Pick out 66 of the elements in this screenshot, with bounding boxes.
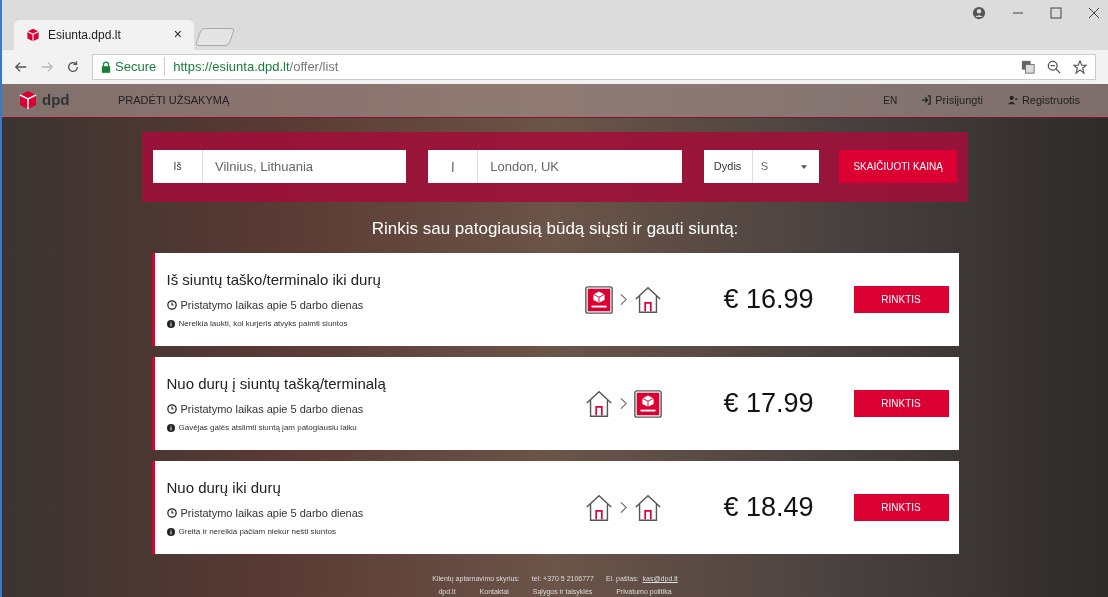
- offer-title: Nuo durų iki durų: [166, 478, 282, 498]
- close-icon[interactable]: [1088, 7, 1100, 19]
- delivery-time: Pristatymo laikas apie 5 darbo dienas: [180, 505, 364, 521]
- tab-close-button[interactable]: ×: [173, 24, 182, 46]
- calculate-price-button[interactable]: SKAIČIUOTI KAINĄ: [839, 150, 957, 183]
- info-icon: [166, 320, 175, 328]
- add-user-icon: [1006, 95, 1018, 105]
- tab-title: Esiunta.dpd.lt: [48, 26, 122, 44]
- from-field[interactable]: Iš Vilnius, Lithuania: [153, 150, 407, 183]
- delivery-time: Pristatymo laikas apie 5 darbo dienas: [180, 297, 364, 313]
- offer-note: Greita ir nereikia pačiam niekur nešti siuntos: [178, 526, 336, 538]
- offer-price: € 16.99: [722, 283, 815, 317]
- translate-icon[interactable]: [1021, 59, 1035, 74]
- house-icon: [632, 492, 663, 523]
- cube-logo-icon: [18, 90, 38, 110]
- to-field[interactable]: Į London, UK: [428, 150, 682, 183]
- info-icon: [166, 528, 175, 536]
- size-value: S: [759, 159, 769, 175]
- back-icon[interactable]: [14, 59, 28, 74]
- parcel-locker-icon: [632, 388, 663, 419]
- delivery-time: Pristatymo laikas apie 5 darbo dienas: [180, 401, 364, 417]
- offer-price: € 17.99: [722, 387, 815, 421]
- offer-price: € 18.49: [722, 491, 815, 525]
- account-icon[interactable]: [972, 6, 986, 20]
- register-link[interactable]: Registruotis: [1021, 91, 1080, 109]
- size-label: Dydis: [703, 150, 753, 183]
- to-label: Į: [428, 150, 479, 183]
- choose-button[interactable]: RINKTIS: [853, 494, 949, 521]
- house-icon: [583, 388, 614, 419]
- parcel-locker-icon: [583, 284, 614, 315]
- logo-text: dpd: [42, 89, 70, 110]
- from-label: Iš: [153, 150, 203, 183]
- url-text: https://esiunta.dpd.lt/offer/list: [172, 57, 339, 76]
- chevron-right-icon: [619, 293, 627, 306]
- to-value: London, UK: [489, 157, 559, 176]
- from-value: Vilnius, Lithuania: [214, 157, 314, 176]
- offers-heading: Rinkis sau patogiausią būdą siųsti ir gauti siuntą:: [371, 217, 739, 240]
- offer-note: Nereikia laukti, kol kurjeris atvyks paimti siuntos: [178, 318, 348, 330]
- size-select[interactable]: Dydis S: [703, 150, 820, 183]
- offer-note: Gavėjas galės atsiimti siuntą jam patogiausiu laiku: [178, 422, 357, 434]
- choose-button[interactable]: RINKTIS: [853, 286, 949, 313]
- clock-icon: [166, 299, 177, 310]
- address-field[interactable]: Secure https://esiunta.dpd.lt/offer/list: [92, 53, 1096, 80]
- chevron-right-icon: [619, 501, 627, 514]
- caret-icon: [801, 164, 808, 169]
- star-icon[interactable]: [1073, 59, 1087, 74]
- secure-label: Secure: [115, 56, 166, 77]
- padlock-icon: [101, 60, 111, 73]
- zoom-icon[interactable]: [1047, 59, 1061, 74]
- maximize-icon[interactable]: [1050, 7, 1062, 19]
- sign-in-icon: [921, 95, 932, 105]
- offer-title: Iš siuntų taško/terminalo iki durų: [166, 270, 382, 290]
- clock-icon: [166, 507, 177, 518]
- reload-icon[interactable]: [66, 59, 80, 74]
- clock-icon: [166, 403, 177, 414]
- login-link[interactable]: Prisijungti: [935, 91, 983, 109]
- house-icon: [632, 284, 663, 315]
- choose-button[interactable]: RINKTIS: [853, 390, 949, 417]
- dpd-logo-icon: [26, 27, 40, 42]
- info-icon: [166, 424, 175, 432]
- house-icon: [583, 492, 614, 523]
- nav-link[interactable]: PRADĖTI UŽSAKYMĄ: [118, 91, 230, 109]
- browser-tab[interactable]: Esiunta.dpd.lt ×: [14, 19, 194, 50]
- language-link[interactable]: EN: [883, 92, 898, 108]
- offer-title: Nuo durų į siuntų tašką/terminalą: [166, 374, 387, 394]
- chevron-right-icon: [619, 397, 627, 410]
